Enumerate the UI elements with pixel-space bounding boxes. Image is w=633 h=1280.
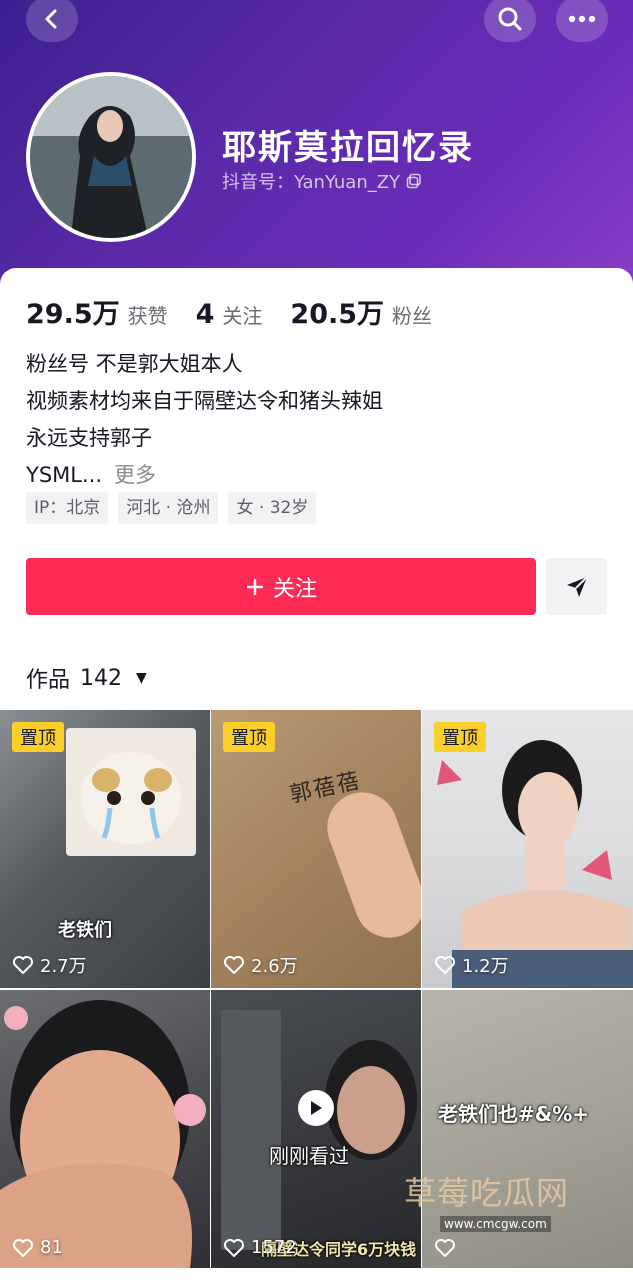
video-thumbnail [66,728,196,856]
stats-row: 29.5万 获赞 4 关注 20.5万 粉丝 [26,292,432,331]
avatar-photo [30,76,192,238]
like-count [434,1238,462,1258]
like-count-text: 1572 [251,1237,297,1258]
bio-line: YSML... 更多 [26,457,383,494]
works-tab[interactable]: 作品 142 ▼ [26,662,147,694]
bio-more-link[interactable]: 更多 [114,463,156,487]
douyin-id[interactable]: 抖音号：YanYuan_ZY [222,168,422,194]
stat-label: 获赞 [127,304,168,328]
play-icon [311,1101,322,1115]
caret-down-icon: ▼ [136,670,147,686]
plus-icon [246,578,263,595]
video-tile[interactable]: 刚刚看过 隔壁达令同学6万块钱 1572 [211,990,421,1268]
stat-number: 4 [195,299,215,330]
copy-icon[interactable] [406,173,422,189]
like-count: 1.2万 [434,952,509,978]
heart-icon [224,1238,244,1257]
gender-age-tag: 女 · 32岁 [228,492,317,524]
douyin-id-text: 抖音号：YanYuan_ZY [222,172,401,193]
pinned-badge: 置顶 [223,722,275,752]
play-button[interactable] [298,1090,334,1126]
chevron-left-icon [45,9,57,29]
video-caption: 老铁们也#&%+ [438,1102,589,1126]
pinned-badge: 置顶 [434,722,486,752]
bio-last-line: YSML... [26,463,103,487]
pinned-badge: 置顶 [12,722,64,752]
heart-icon [224,956,244,974]
stat-label: 粉丝 [392,304,433,328]
stat-label: 关注 [222,304,263,328]
recently-viewed-label: 刚刚看过 [269,1144,349,1168]
stat-followers[interactable]: 20.5万 粉丝 [290,292,432,331]
stat-number: 29.5万 [26,299,120,330]
share-button[interactable] [546,558,607,615]
profile-header: 耶斯莫拉回忆录 抖音号：YanYuan_ZY [0,0,633,300]
profile-name: 耶斯莫拉回忆录 [222,128,474,168]
works-count: 142 [80,665,123,691]
video-thumbnail [317,782,421,948]
like-count-text: 2.7万 [40,956,87,977]
location-tag: 河北 · 沧州 [118,492,219,524]
like-count-text: 1.2万 [462,956,509,977]
like-count: 1572 [223,1237,297,1258]
video-tile[interactable]: 81 [0,990,210,1268]
tag-row: IP：北京 河北 · 沧州 女 · 32岁 [26,492,317,524]
bio-line: 永远支持郭子 [26,426,152,450]
ip-tag: IP：北京 [26,492,109,524]
like-count-text: 2.6万 [251,956,298,977]
profile-card: 29.5万 获赞 4 关注 20.5万 粉丝 粉丝号 不是郭大姐本人 视频素材均… [0,268,633,1280]
send-icon [566,575,588,597]
video-tile[interactable]: 置顶 老铁们 2.7万 [0,710,210,988]
avatar[interactable] [26,72,196,242]
stat-likes[interactable]: 29.5万 获赞 [26,292,168,331]
follow-button[interactable]: 关注 [26,558,536,615]
watermark-url: www.cmcgw.com [440,1216,551,1232]
like-count: 2.6万 [223,952,298,978]
watermark-title: 草莓吃瓜网 [404,1174,570,1212]
follow-label: 关注 [272,576,317,602]
bio: 粉丝号 不是郭大姐本人 视频素材均来自于隔壁达令和猪头辣姐 永远支持郭子 YSM… [26,346,383,494]
video-tile[interactable]: 置顶 1.2万 [422,710,633,988]
stat-number: 20.5万 [290,299,385,330]
bio-line: 视频素材均来自于隔壁达令和猪头辣姐 [26,389,383,413]
video-caption: 老铁们 [58,920,112,941]
more-button[interactable] [556,0,608,42]
heart-icon [13,1238,33,1257]
like-count-text: 81 [40,1237,63,1258]
video-thumbnail [0,1000,206,1268]
like-count: 2.7万 [12,952,87,978]
heart-icon [435,956,455,974]
video-tile[interactable]: 郭蓓蓓 置顶 2.6万 [211,710,421,988]
like-count: 81 [12,1237,63,1258]
heart-icon [13,956,33,974]
stat-following[interactable]: 4 关注 [196,299,263,330]
search-icon [498,7,522,31]
video-thumbnail [221,1010,417,1250]
back-button[interactable] [26,0,78,42]
more-dots-icon [568,15,596,23]
search-button[interactable] [484,0,536,42]
bio-line: 粉丝号 不是郭大姐本人 [26,352,243,376]
heart-icon [435,1239,455,1257]
works-label: 作品 [26,668,71,693]
